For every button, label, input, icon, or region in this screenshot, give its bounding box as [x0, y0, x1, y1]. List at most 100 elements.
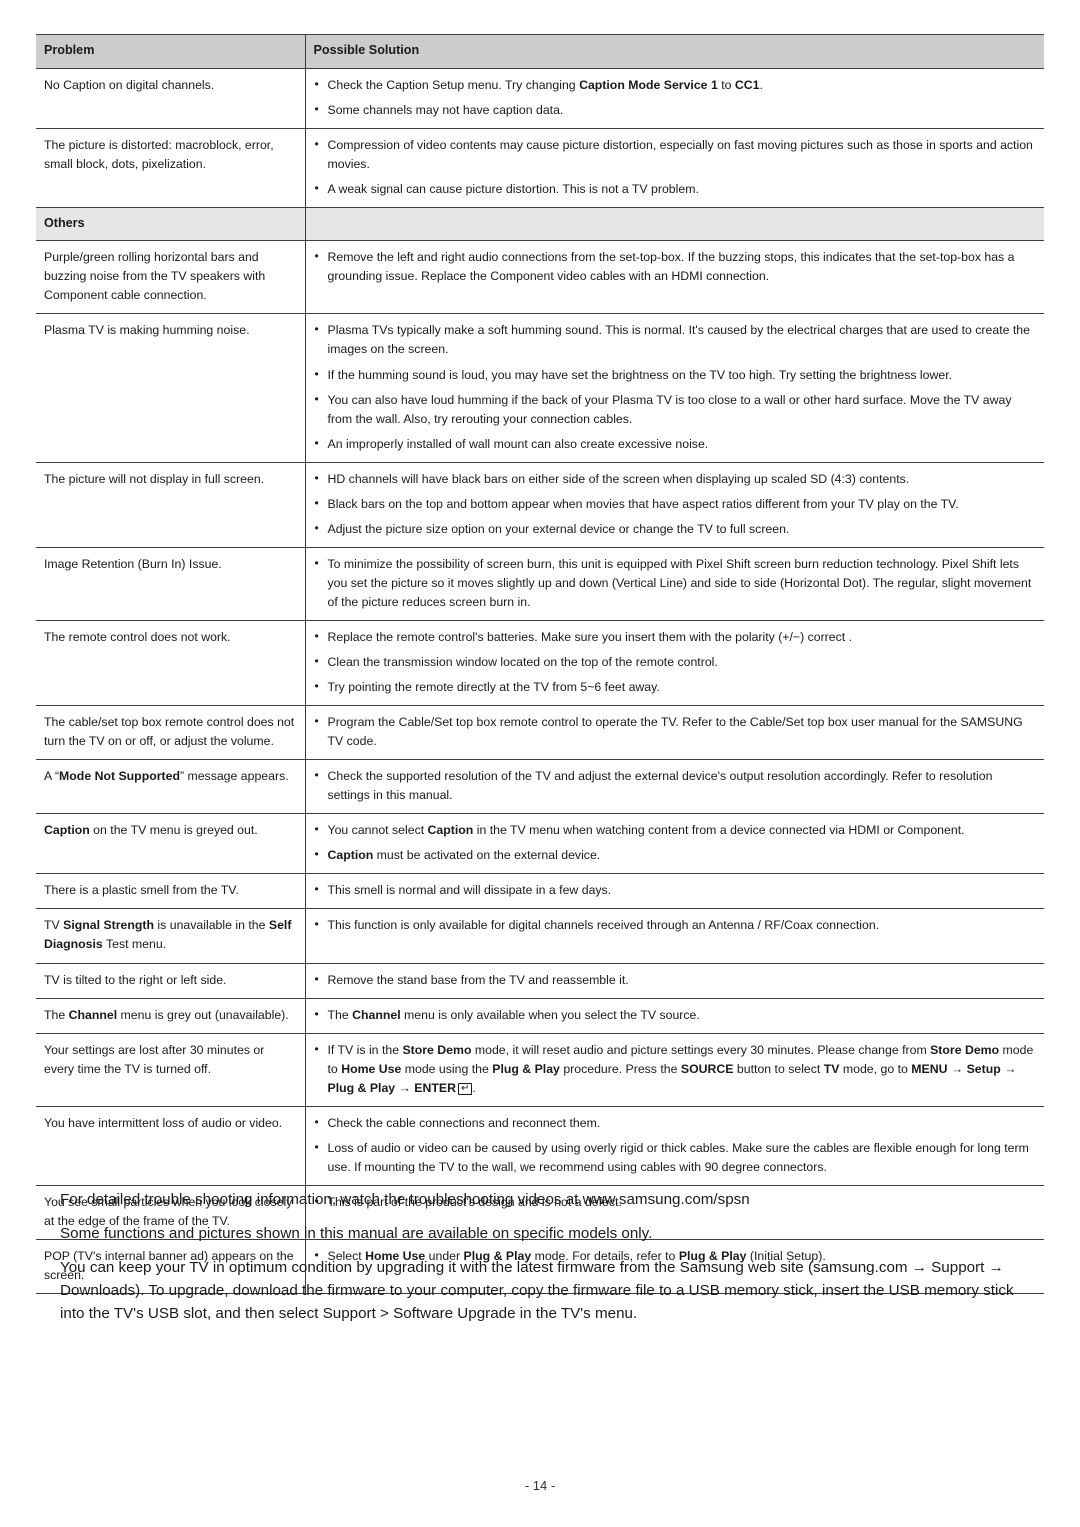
problem-cell: Image Retention (Burn In) Issue. [36, 546, 306, 621]
document-page: Problem Possible Solution No Caption on … [0, 0, 1080, 1527]
table-section-row-others: Others [36, 206, 1044, 242]
solution-cell: Check the cable connections and reconnec… [305, 1105, 1044, 1186]
column-header-problem: Problem [36, 34, 306, 69]
table-row: The cable/set top box remote control doe… [36, 705, 1044, 761]
solution-list: Plasma TVs typically make a soft humming… [314, 320, 1037, 454]
solution-list: This function is only available for digi… [314, 915, 1037, 935]
section-empty-cell [305, 206, 1044, 242]
table-row: TV Signal Strength is unavailable in the… [36, 908, 1044, 964]
solution-list: Program the Cable/Set top box remote con… [314, 712, 1037, 751]
solution-bullet: Clean the transmission window located on… [314, 652, 1037, 672]
solution-bullet: This function is only available for digi… [314, 915, 1037, 935]
problem-cell: The picture will not display in full scr… [36, 461, 306, 548]
solution-cell: HD channels will have black bars on eith… [305, 461, 1044, 548]
solution-cell: The Channel menu is only available when … [305, 997, 1044, 1034]
table-body: No Caption on digital channels. Check the… [36, 67, 1044, 1295]
solution-list: Check the Caption Setup menu. Try changi… [314, 75, 1037, 120]
problem-cell: TV Signal Strength is unavailable in the… [36, 908, 306, 964]
problem-cell: A “Mode Not Supported” message appears. [36, 759, 306, 815]
solution-list: Compression of video contents may cause … [314, 135, 1037, 199]
solution-bullet: The Channel menu is only available when … [314, 1005, 1037, 1025]
solution-cell: Check the Caption Setup menu. Try changi… [305, 67, 1044, 129]
solution-cell: You cannot select Caption in the TV menu… [305, 813, 1044, 875]
problem-cell: The remote control does not work. [36, 619, 306, 707]
solution-bullet: Plasma TVs typically make a soft humming… [314, 320, 1037, 359]
solution-bullet: Check the cable connections and reconnec… [314, 1113, 1037, 1133]
solution-bullet: Loss of audio or video can be caused by … [314, 1138, 1037, 1177]
solution-list: Check the supported resolution of the TV… [314, 766, 1037, 805]
troubleshooting-table: Problem Possible Solution No Caption on … [36, 34, 1044, 1295]
footer-notes: For detailed trouble shooting informatio… [60, 1188, 1040, 1325]
table-row: A “Mode Not Supported” message appears.C… [36, 759, 1044, 815]
solution-bullet: HD channels will have black bars on eith… [314, 469, 1037, 489]
solution-bullet: You can also have loud humming if the ba… [314, 390, 1037, 429]
table-row: Image Retention (Burn In) Issue.To minim… [36, 546, 1044, 621]
table-header-row: Problem Possible Solution [36, 34, 1044, 69]
solution-list: HD channels will have black bars on eith… [314, 469, 1037, 539]
solution-list: The Channel menu is only available when … [314, 1005, 1037, 1025]
solution-list: Remove the stand base from the TV and re… [314, 970, 1037, 990]
solution-bullet: Check the supported resolution of the TV… [314, 766, 1037, 805]
solution-bullet: If the humming sound is loud, you may ha… [314, 364, 1037, 385]
solution-cell: Program the Cable/Set top box remote con… [305, 705, 1044, 761]
table-row: Plasma TV is making humming noise.Plasma… [36, 313, 1044, 463]
problem-cell: Caption on the TV menu is greyed out. [36, 813, 306, 875]
solution-bullet: Replace the remote control's batteries. … [314, 627, 1037, 647]
solution-list: To minimize the possibility of screen bu… [314, 554, 1037, 612]
solution-cell: This function is only available for digi… [305, 908, 1044, 964]
page-number: - 14 - [524, 1478, 556, 1493]
solution-cell: This smell is normal and will dissipate … [305, 873, 1044, 910]
problem-cell: The Channel menu is grey out (unavailabl… [36, 997, 306, 1034]
solution-cell: Remove the left and right audio connecti… [305, 240, 1044, 315]
solution-bullet: An improperly installed of wall mount ca… [314, 434, 1037, 454]
solution-bullet: To minimize the possibility of screen bu… [314, 554, 1037, 612]
table-row: Caption on the TV menu is greyed out. You… [36, 813, 1044, 875]
solution-bullet: You cannot select Caption in the TV menu… [314, 820, 1037, 840]
problem-cell: Plasma TV is making humming noise. [36, 313, 306, 463]
solution-bullet: Black bars on the top and bottom appear … [314, 494, 1037, 514]
section-label: Others [36, 206, 306, 242]
column-header-solution: Possible Solution [305, 34, 1044, 69]
solution-cell: Replace the remote control's batteries. … [305, 619, 1044, 707]
solution-bullet: Compression of video contents may cause … [314, 135, 1037, 174]
footer-note-2: Some functions and pictures shown in thi… [60, 1225, 653, 1243]
problem-cell: Your settings are lost after 30 minutes … [36, 1032, 306, 1107]
table-row: Purple/green rolling horizontal bars and… [36, 240, 1044, 315]
solution-list: If TV is in the Store Demo mode, it will… [314, 1040, 1037, 1098]
solution-bullet: Remove the left and right audio connecti… [314, 247, 1037, 286]
solution-cell: Check the supported resolution of the TV… [305, 759, 1044, 815]
solution-list: You cannot select Caption in the TV menu… [314, 820, 1037, 865]
table-row: The remote control does not work. Replace… [36, 619, 1044, 707]
table-row: TV is tilted to the right or left side. R… [36, 962, 1044, 999]
solution-list: This smell is normal and will dissipate … [314, 880, 1037, 900]
table-row: You have intermittent loss of audio or v… [36, 1105, 1044, 1186]
solution-list: Remove the left and right audio connecti… [314, 247, 1037, 286]
solution-bullet: Check the Caption Setup menu. Try changi… [314, 75, 1037, 95]
table-row: The picture will not display in full scr… [36, 461, 1044, 548]
solution-bullet: Try pointing the remote directly at the … [314, 677, 1037, 697]
problem-cell: There is a plastic smell from the TV. [36, 873, 306, 910]
table-row: No Caption on digital channels. Check the… [36, 67, 1044, 129]
problem-cell: The picture is distorted: macroblock, er… [36, 127, 306, 208]
solution-cell: If TV is in the Store Demo mode, it will… [305, 1032, 1044, 1107]
solution-cell: Remove the stand base from the TV and re… [305, 962, 1044, 999]
solution-bullet: Program the Cable/Set top box remote con… [314, 712, 1037, 751]
problem-cell: You have intermittent loss of audio or v… [36, 1105, 306, 1186]
problem-cell: The cable/set top box remote control doe… [36, 705, 306, 761]
solution-list: Replace the remote control's batteries. … [314, 627, 1037, 697]
problem-cell: TV is tilted to the right or left side. [36, 962, 306, 999]
solution-bullet: Remove the stand base from the TV and re… [314, 970, 1037, 990]
solution-bullet: Adjust the picture size option on your e… [314, 519, 1037, 539]
solution-bullet: Caption must be activated on the externa… [314, 845, 1037, 865]
table-row: The picture is distorted: macroblock, er… [36, 127, 1044, 208]
solution-cell: To minimize the possibility of screen bu… [305, 546, 1044, 621]
solution-list: Check the cable connections and reconnec… [314, 1113, 1037, 1177]
table-row: Your settings are lost after 30 minutes … [36, 1032, 1044, 1107]
solution-bullet: A weak signal can cause picture distorti… [314, 179, 1037, 199]
solution-cell: Compression of video contents may cause … [305, 127, 1044, 208]
problem-cell: No Caption on digital channels. [36, 67, 306, 129]
table-row: The Channel menu is grey out (unavailabl… [36, 997, 1044, 1034]
table-row: There is a plastic smell from the TV. Thi… [36, 873, 1044, 910]
problem-cell: Purple/green rolling horizontal bars and… [36, 240, 306, 315]
solution-bullet: Some channels may not have caption data. [314, 100, 1037, 120]
